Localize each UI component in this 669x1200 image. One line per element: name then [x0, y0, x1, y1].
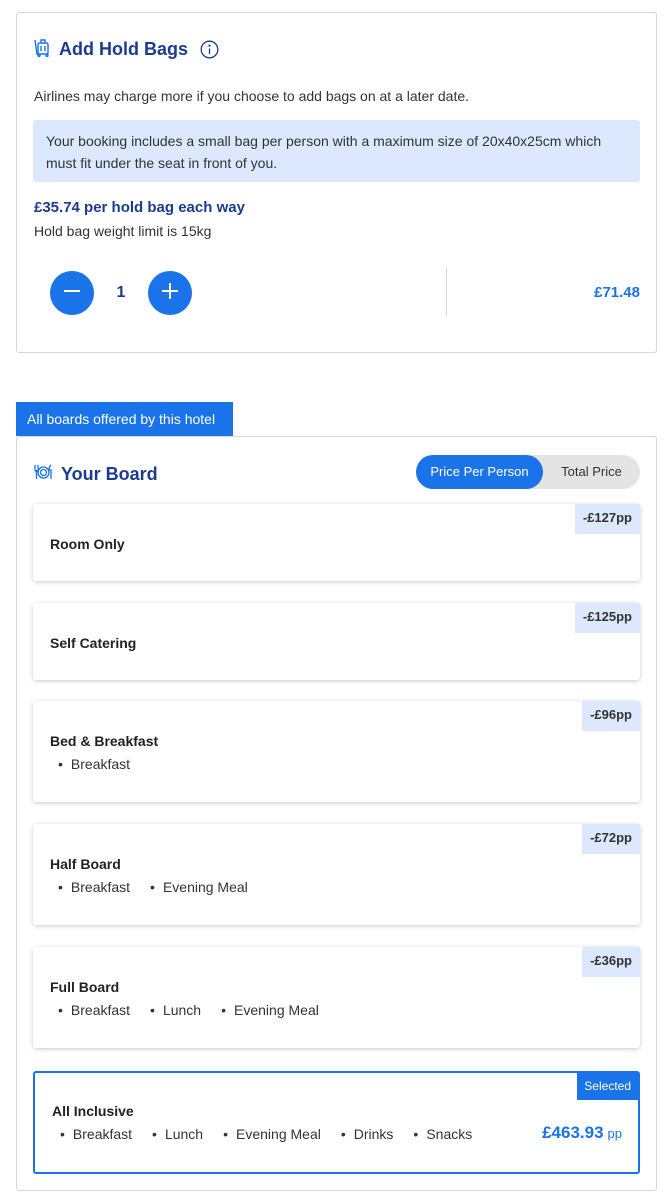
feature-item: Lunch — [152, 1126, 203, 1142]
feature-item: Evening Meal — [223, 1126, 321, 1142]
board-option-bed-breakfast[interactable]: Bed & Breakfast -£96pp Breakfast — [33, 701, 640, 802]
boards-offered-tag: All boards offered by this hotel — [16, 402, 233, 436]
hold-bag-price: £35.74 per hold bag each way — [34, 199, 245, 216]
board-price-amount: £463.93 — [542, 1123, 604, 1142]
board-option-room-only[interactable]: Room Only -£127pp — [33, 504, 640, 581]
minus-icon — [62, 281, 82, 306]
board-option-name: Self Catering — [50, 635, 137, 651]
plus-icon — [160, 281, 180, 306]
selected-badge: Selected — [577, 1073, 638, 1100]
board-features: Breakfast — [58, 756, 150, 772]
feature-item: Breakfast — [60, 1126, 132, 1142]
feature-item: Evening Meal — [221, 1002, 319, 1018]
price-difference-badge: -£96pp — [582, 701, 640, 731]
price-difference-badge: -£125pp — [574, 603, 640, 633]
feature-item: Evening Meal — [150, 879, 248, 895]
cutlery-icon — [33, 463, 53, 486]
board-option-all-inclusive[interactable]: All Inclusive Selected Breakfast Lunch E… — [33, 1071, 640, 1174]
board-option-name: Full Board — [50, 979, 120, 995]
board-option-name: Room Only — [50, 536, 125, 552]
price-difference-badge: -£127pp — [574, 504, 640, 534]
feature-item: Snacks — [413, 1126, 472, 1142]
board-features: Breakfast Lunch Evening Meal Drinks Snac… — [60, 1126, 492, 1142]
board-title: Your Board — [61, 464, 158, 484]
price-mode-toggle: Price Per Person Total Price — [416, 455, 640, 489]
feature-item: Breakfast — [58, 1002, 130, 1018]
small-bag-info-box: Your booking includes a small bag per pe… — [33, 120, 640, 182]
price-difference-badge: -£72pp — [582, 824, 640, 854]
feature-item: Lunch — [150, 1002, 201, 1018]
bag-quantity: 1 — [116, 284, 126, 301]
board-card: Your Board Price Per Person Total Price … — [16, 436, 657, 1191]
board-header: Your Board — [33, 463, 158, 486]
board-option-name: Bed & Breakfast — [50, 733, 159, 749]
increase-bags-button[interactable] — [148, 271, 192, 315]
hold-bag-weight-limit: Hold bag weight limit is 15kg — [34, 223, 212, 239]
board-option-name: All Inclusive — [52, 1103, 134, 1119]
hold-bags-total: £71.48 — [594, 284, 640, 301]
feature-item: Drinks — [341, 1126, 394, 1142]
divider — [446, 268, 447, 315]
board-option-half-board[interactable]: Half Board -£72pp Breakfast Evening Meal — [33, 824, 640, 925]
board-option-name: Half Board — [50, 856, 121, 872]
hold-bags-header: Add Hold Bags — [33, 37, 219, 62]
board-price-unit: pp — [607, 1126, 622, 1141]
decrease-bags-button[interactable] — [50, 271, 94, 315]
hold-bags-title: Add Hold Bags — [59, 39, 188, 59]
feature-item: Breakfast — [58, 879, 130, 895]
board-price: £463.93 pp — [542, 1123, 622, 1143]
board-features: Breakfast Lunch Evening Meal — [58, 1002, 339, 1018]
board-option-full-board[interactable]: Full Board -£36pp Breakfast Lunch Evenin… — [33, 947, 640, 1048]
price-difference-badge: -£36pp — [582, 947, 640, 977]
hold-bags-subtitle: Airlines may charge more if you choose t… — [34, 88, 470, 104]
board-features: Breakfast Evening Meal — [58, 879, 268, 895]
feature-item: Breakfast — [58, 756, 130, 772]
info-icon[interactable] — [200, 40, 219, 59]
hold-bags-card: Add Hold Bags Airlines may charge more i… — [16, 12, 657, 353]
total-price-option[interactable]: Total Price — [543, 455, 640, 489]
board-option-self-catering[interactable]: Self Catering -£125pp — [33, 603, 640, 680]
price-per-person-option[interactable]: Price Per Person — [416, 455, 543, 489]
luggage-icon — [33, 37, 51, 62]
